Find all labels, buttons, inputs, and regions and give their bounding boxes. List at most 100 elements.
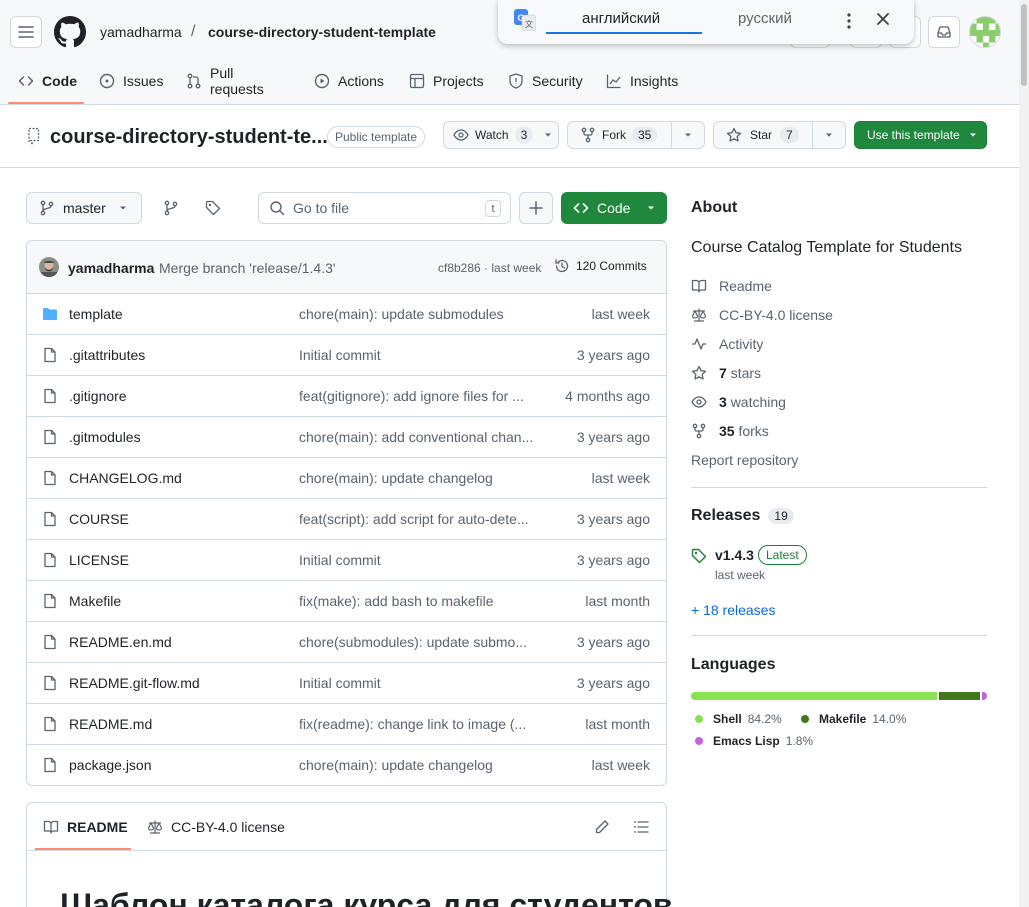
breadcrumb-owner[interactable]: yamadharma — [100, 24, 182, 40]
commit-author[interactable]: yamadharma — [68, 260, 154, 276]
menu-button[interactable] — [10, 16, 42, 48]
branch-selector[interactable]: master — [26, 192, 142, 224]
fork-dropdown[interactable] — [672, 130, 704, 140]
file-name[interactable]: package.json — [69, 757, 152, 773]
file-name[interactable]: template — [69, 306, 123, 322]
file-row[interactable]: .gitattributes Initial commit 3 years ago — [27, 335, 666, 376]
more-options-icon[interactable] — [842, 11, 856, 31]
file-row[interactable]: COURSE feat(script): add script for auto-… — [27, 499, 666, 540]
inbox-button[interactable] — [928, 16, 960, 48]
file-row[interactable]: README.git-flow.md Initial commit 3 years … — [27, 663, 666, 704]
file-commit-message[interactable]: chore(main): update changelog — [299, 757, 493, 773]
file-name[interactable]: Makefile — [69, 593, 121, 609]
file-icon — [42, 388, 58, 404]
file-commit-message[interactable]: chore(main): update changelog — [299, 470, 493, 486]
file-name[interactable]: .gitmodules — [69, 429, 141, 445]
pull-request-icon — [186, 73, 202, 89]
scrollbar-thumb[interactable] — [1021, 4, 1027, 86]
language-emacs-lisp[interactable]: Emacs Lisp 1.8% — [695, 734, 813, 748]
pencil-icon[interactable] — [594, 819, 610, 835]
forks-link[interactable]: 35 forks — [691, 423, 769, 439]
file-commit-message[interactable]: Initial commit — [299, 675, 381, 691]
star-button[interactable]: Star 7 — [714, 122, 814, 148]
watch-button[interactable]: Watch 3 — [443, 121, 559, 149]
tab-issues[interactable]: Issues — [99, 64, 163, 98]
tab-insights[interactable]: Insights — [606, 64, 678, 98]
commits-count: 120 Commits — [576, 259, 647, 273]
releases-heading[interactable]: Releases 19 — [691, 507, 794, 525]
github-logo-icon[interactable] — [54, 16, 86, 48]
file-name[interactable]: README.git-flow.md — [69, 675, 200, 691]
author-avatar[interactable] — [39, 257, 59, 277]
file-row[interactable]: LICENSE Initial commit 3 years ago — [27, 540, 666, 581]
branches-icon[interactable] — [163, 200, 179, 216]
file-row[interactable]: template chore(main): update submodules la… — [27, 294, 666, 335]
repo-title[interactable]: course-directory-student-te... — [50, 126, 328, 149]
star-label: Star — [750, 128, 773, 142]
book-icon — [691, 278, 707, 294]
tab-readme[interactable]: README — [43, 819, 128, 835]
file-row[interactable]: package.json chore(main): update changelo… — [27, 745, 666, 785]
breadcrumb-repo[interactable]: course-directory-student-template — [208, 24, 436, 40]
code-button[interactable]: Code — [561, 192, 667, 224]
readme-link[interactable]: Readme — [691, 278, 772, 294]
file-name[interactable]: COURSE — [69, 511, 129, 527]
file-row[interactable]: README.en.md chore(submodules): update su… — [27, 622, 666, 663]
file-commit-message[interactable]: Initial commit — [299, 552, 381, 568]
file-row[interactable]: .gitignore feat(gitignore): add ignore fi… — [27, 376, 666, 417]
tab-security[interactable]: Security — [508, 64, 583, 98]
file-commit-message[interactable]: chore(main): add conventional chan... — [299, 429, 533, 445]
file-commit-message[interactable]: chore(submodules): update submo... — [299, 634, 527, 650]
file-name[interactable]: CHANGELOG.md — [69, 470, 182, 486]
tab-pull-requests[interactable]: Pull requests — [186, 64, 264, 98]
active-tab-indicator — [8, 102, 84, 104]
file-icon — [42, 634, 58, 650]
report-repository-link[interactable]: Report repository — [691, 452, 798, 468]
translate-tab-english[interactable]: английский — [582, 10, 660, 27]
fork-button[interactable]: Fork 35 — [568, 122, 672, 148]
tab-license[interactable]: CC-BY-4.0 license — [147, 819, 285, 835]
go-to-file-input[interactable]: Go to file t — [258, 192, 511, 224]
tag-icon[interactable] — [205, 200, 221, 216]
readme-link-label: Readme — [719, 278, 772, 294]
star-dropdown[interactable] — [813, 130, 845, 140]
file-row[interactable]: CHANGELOG.md chore(main): update changelo… — [27, 458, 666, 499]
commit-meta[interactable]: cf8b286 · last week — [438, 261, 541, 275]
file-commit-message[interactable]: Initial commit — [299, 347, 381, 363]
add-file-button[interactable] — [519, 192, 553, 224]
file-commit-message[interactable]: feat(gitignore): add ignore files for ..… — [299, 388, 524, 404]
file-name[interactable]: .gitignore — [69, 388, 127, 404]
translate-tab-russian[interactable]: русский — [738, 10, 792, 27]
activity-link[interactable]: Activity — [691, 336, 763, 352]
tab-actions[interactable]: Actions — [314, 64, 384, 98]
watching-link[interactable]: 3 watching — [691, 394, 786, 410]
file-name[interactable]: README.en.md — [69, 634, 172, 650]
language-makefile[interactable]: Makefile 14.0% — [801, 712, 906, 726]
stars-link[interactable]: 7 stars — [691, 365, 761, 381]
language-shell[interactable]: Shell 84.2% — [695, 712, 782, 726]
license-link[interactable]: CC-BY-4.0 license — [691, 307, 833, 323]
language-name: Shell — [713, 712, 742, 726]
tab-code[interactable]: Code — [18, 64, 77, 98]
page-scrollbar[interactable] — [1019, 0, 1029, 907]
outline-list-icon[interactable] — [633, 819, 649, 835]
file-commit-message[interactable]: fix(make): add bash to makefile — [299, 593, 494, 609]
file-name[interactable]: .gitattributes — [69, 347, 145, 363]
file-row[interactable]: .gitmodules chore(main): add conventional… — [27, 417, 666, 458]
commit-message[interactable]: Merge branch 'release/1.4.3' — [159, 260, 336, 276]
file-row[interactable]: Makefile fix(make): add bash to makefile l… — [27, 581, 666, 622]
more-releases-link[interactable]: + 18 releases — [691, 602, 775, 618]
release-tag[interactable]: v1.4.3 — [715, 547, 754, 563]
file-name[interactable]: README.md — [69, 716, 152, 732]
use-template-button[interactable]: Use this template — [854, 121, 987, 149]
close-icon[interactable] — [875, 11, 891, 27]
tab-projects[interactable]: Projects — [409, 64, 484, 98]
file-commit-message[interactable]: fix(readme): change link to image (... — [299, 716, 526, 732]
user-avatar[interactable] — [969, 16, 1001, 48]
file-name[interactable]: LICENSE — [69, 552, 129, 568]
file-row[interactable]: README.md fix(readme): change link to ima… — [27, 704, 666, 745]
file-commit-message[interactable]: chore(main): update submodules — [299, 306, 504, 322]
file-commit-message[interactable]: feat(script): add script for auto-dete..… — [299, 511, 529, 527]
commits-link[interactable]: 120 Commits — [554, 258, 647, 274]
readme-heading: Шаблон каталога курса для студентов — [60, 887, 673, 907]
